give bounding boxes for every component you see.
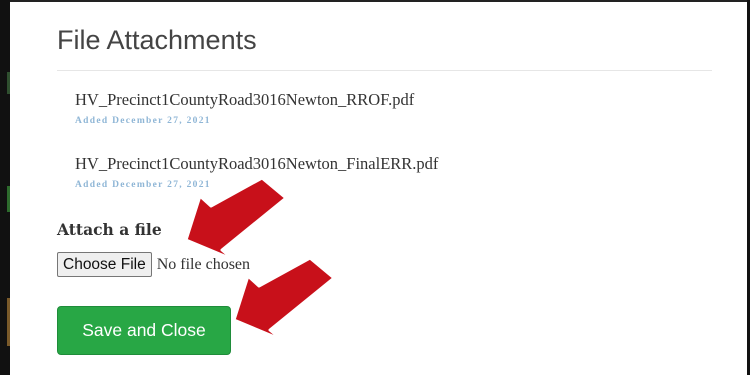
annotation-arrows xyxy=(184,176,336,342)
arrow-icon xyxy=(184,176,288,262)
screenshot-frame: File Attachments HV_Precinct1CountyRoad3… xyxy=(0,0,750,375)
arrow-icon xyxy=(232,256,336,342)
